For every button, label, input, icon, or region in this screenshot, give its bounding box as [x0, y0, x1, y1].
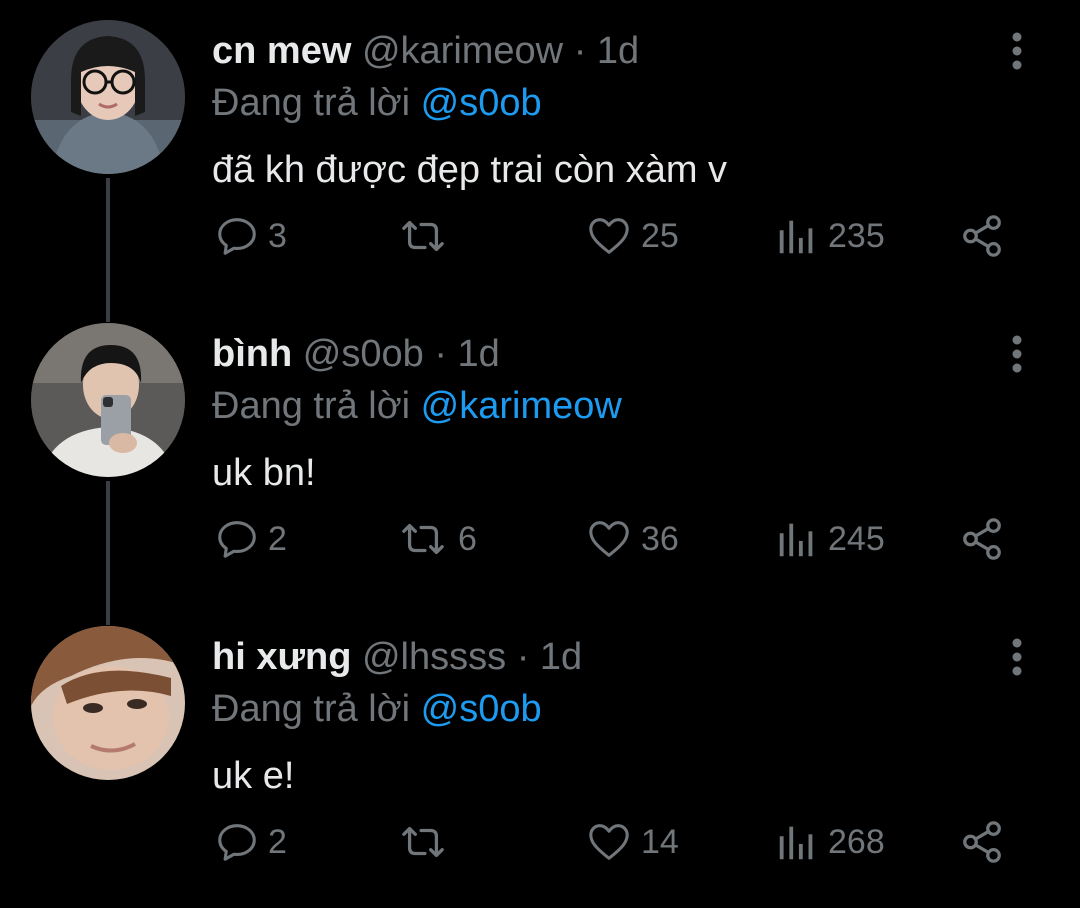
- view-count: 235: [828, 216, 885, 255]
- avatar[interactable]: [31, 20, 185, 174]
- display-name[interactable]: hi xưng: [212, 636, 351, 678]
- tweet-text: uk e!: [212, 755, 295, 797]
- mention-link[interactable]: @karimeow: [421, 385, 622, 427]
- view-count: 268: [828, 822, 885, 861]
- analytics-icon: [779, 523, 813, 557]
- share-icon: [963, 518, 1001, 560]
- more-vertical-icon: [1012, 32, 1022, 70]
- replying-to-label: Đang trả lời: [212, 385, 411, 427]
- heart-icon: [589, 824, 629, 860]
- tweet[interactable]: cn mew @karimeow · 1d Đang trả lời @s0ob…: [0, 0, 1080, 302]
- timestamp[interactable]: 1d: [458, 333, 500, 375]
- tweet-header: cn mew @karimeow · 1d: [212, 28, 639, 74]
- mention-link[interactable]: @s0ob: [421, 82, 542, 124]
- tweet[interactable]: hi xưng @lhssss · 1d Đang trả lời @s0ob …: [0, 606, 1080, 908]
- views-button[interactable]: 235: [774, 206, 885, 266]
- tweet-actions: 2 6 36 245: [0, 509, 1080, 569]
- share-button[interactable]: [958, 509, 1006, 569]
- analytics-icon: [779, 826, 813, 860]
- views-button[interactable]: 268: [774, 812, 885, 872]
- username-handle[interactable]: @lhssss: [362, 636, 506, 678]
- retweet-button[interactable]: [396, 812, 458, 872]
- retweet-icon: [402, 220, 444, 252]
- reply-button[interactable]: 2: [214, 509, 287, 569]
- share-icon: [963, 821, 1001, 863]
- reply-button[interactable]: 3: [214, 206, 287, 266]
- more-options-button[interactable]: [1000, 634, 1034, 680]
- reply-count: 2: [268, 822, 287, 861]
- reply-bubble-icon: [218, 521, 256, 558]
- tweet-header: hi xưng @lhssss · 1d: [212, 634, 582, 680]
- share-button[interactable]: [958, 812, 1006, 872]
- heart-icon: [589, 218, 629, 254]
- mention-link[interactable]: @s0ob: [421, 688, 542, 730]
- share-icon: [963, 215, 1001, 257]
- timestamp[interactable]: 1d: [597, 30, 639, 72]
- retweet-button[interactable]: [396, 206, 458, 266]
- reply-button[interactable]: 2: [214, 812, 287, 872]
- like-button[interactable]: 25: [585, 206, 679, 266]
- timestamp[interactable]: 1d: [540, 636, 582, 678]
- tweet-actions: 3 25 235: [0, 206, 1080, 266]
- replying-to-line: Đang trả lời @s0ob: [212, 80, 542, 126]
- display-name[interactable]: bình: [212, 333, 292, 375]
- retweet-icon: [402, 523, 444, 555]
- separator-dot: ·: [516, 636, 530, 678]
- like-button[interactable]: 14: [585, 812, 679, 872]
- reply-count: 3: [268, 216, 287, 255]
- replying-to-label: Đang trả lời: [212, 82, 411, 124]
- avatar[interactable]: [31, 626, 185, 780]
- tweet-actions: 2 14 268: [0, 812, 1080, 872]
- tweet[interactable]: bình @s0ob · 1d Đang trả lời @karimeow u…: [0, 303, 1080, 605]
- retweet-count: 6: [458, 519, 477, 558]
- views-button[interactable]: 245: [774, 509, 885, 569]
- share-button[interactable]: [958, 206, 1006, 266]
- like-count: 36: [641, 519, 679, 558]
- display-name[interactable]: cn mew: [212, 30, 351, 72]
- reply-count: 2: [268, 519, 287, 558]
- more-options-button[interactable]: [1000, 331, 1034, 377]
- username-handle[interactable]: @karimeow: [362, 30, 563, 72]
- like-button[interactable]: 36: [585, 509, 679, 569]
- replying-to-line: Đang trả lời @karimeow: [212, 383, 622, 429]
- more-vertical-icon: [1012, 335, 1022, 373]
- separator-dot: ·: [573, 30, 587, 72]
- more-options-button[interactable]: [1000, 28, 1034, 74]
- like-count: 14: [641, 822, 679, 861]
- username-handle[interactable]: @s0ob: [303, 333, 424, 375]
- replying-to-line: Đang trả lời @s0ob: [212, 686, 542, 732]
- tweet-text: uk bn!: [212, 452, 316, 494]
- replying-to-label: Đang trả lời: [212, 688, 411, 730]
- retweet-icon: [402, 826, 444, 858]
- more-vertical-icon: [1012, 638, 1022, 676]
- retweet-button[interactable]: 6: [396, 509, 477, 569]
- analytics-icon: [779, 220, 813, 254]
- like-count: 25: [641, 216, 679, 255]
- heart-icon: [589, 521, 629, 557]
- separator-dot: ·: [434, 333, 447, 375]
- avatar[interactable]: [31, 323, 185, 477]
- tweet-header: bình @s0ob · 1d: [212, 331, 500, 377]
- reply-bubble-icon: [218, 218, 256, 255]
- view-count: 245: [828, 519, 885, 558]
- tweet-text: đã kh được đẹp trai còn xàm v: [212, 149, 728, 191]
- reply-bubble-icon: [218, 824, 256, 861]
